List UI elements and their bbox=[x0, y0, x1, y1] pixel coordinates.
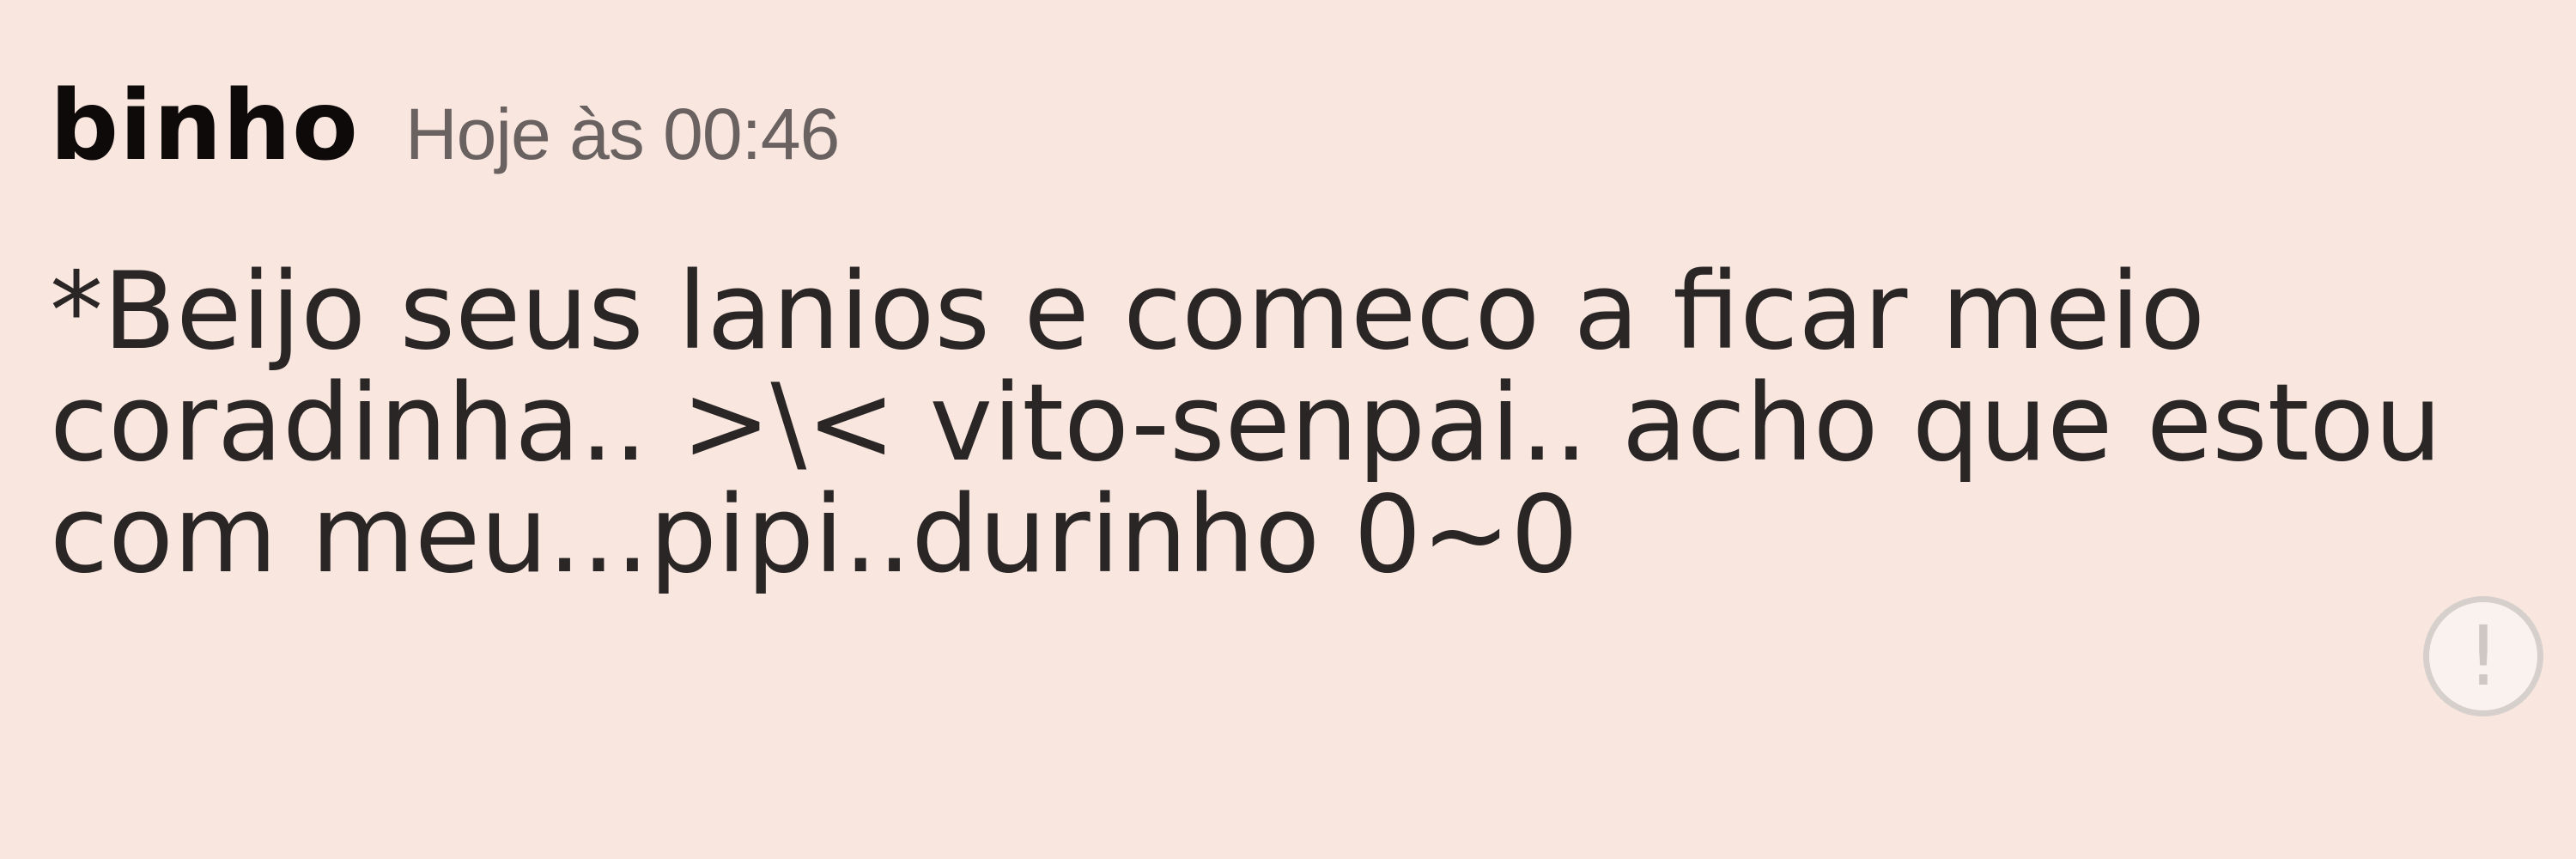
author-name[interactable]: binho bbox=[50, 70, 359, 182]
message-line-1: *Beijo seus lanios e comeco a ficar meio bbox=[50, 250, 2206, 374]
message-line-3: com meu...pipi..durinho 0~0 bbox=[50, 473, 1579, 597]
message-line-2: coradinha.. >\< vito-senpai.. acho que e… bbox=[50, 362, 2442, 485]
alert-circle-icon[interactable]: ! bbox=[2423, 596, 2543, 716]
message-header: binho Hoje às 00:46 bbox=[50, 70, 840, 182]
message-content: *Beijo seus lanios e comeco a ficar meio… bbox=[50, 256, 2442, 591]
message-timestamp: Hoje às 00:46 bbox=[404, 94, 840, 174]
chat-message: binho Hoje às 00:46 *Beijo seus lanios e … bbox=[50, 34, 2576, 859]
